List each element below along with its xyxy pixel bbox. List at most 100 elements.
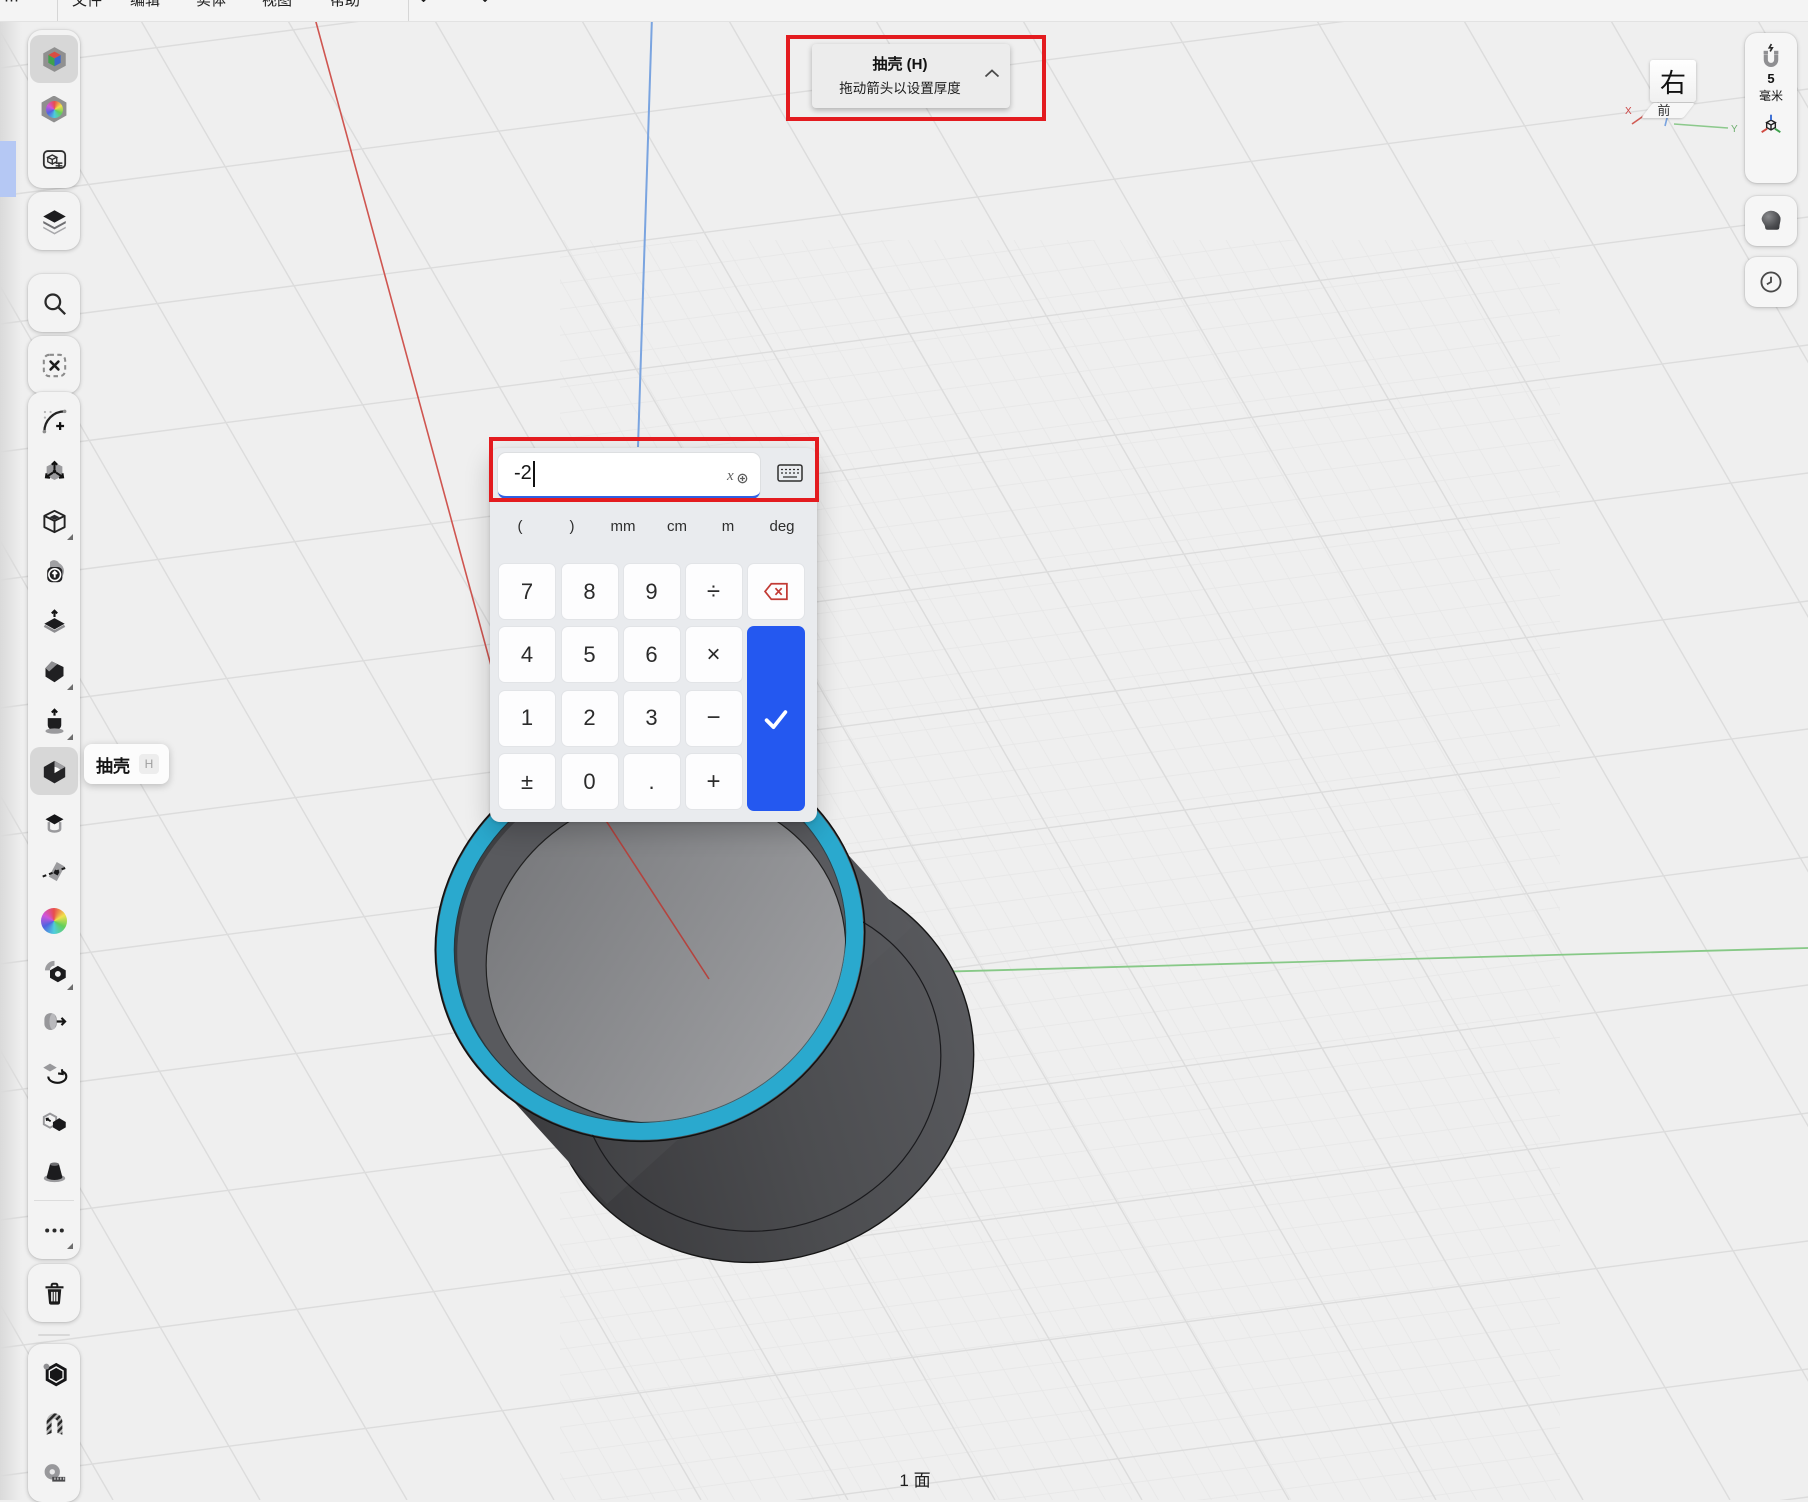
history-clock-icon[interactable] bbox=[1757, 268, 1785, 296]
view-cube[interactable]: X Y 右 前 bbox=[1622, 52, 1742, 136]
menubar-divider bbox=[408, 0, 409, 21]
orientation-cube-tool[interactable] bbox=[30, 35, 78, 83]
zebra-icon bbox=[41, 1410, 68, 1437]
layers-group bbox=[28, 192, 80, 250]
numpad-key-3[interactable]: 3 bbox=[623, 690, 681, 747]
material-library-tool[interactable] bbox=[30, 135, 78, 183]
section-tool[interactable] bbox=[30, 1349, 78, 1397]
unit-key[interactable]: mm bbox=[611, 518, 636, 535]
subtract-tool[interactable] bbox=[30, 1097, 78, 1145]
operator-key[interactable]: + bbox=[685, 753, 743, 810]
perspective-grid bbox=[0, 0, 1808, 1500]
operator-key[interactable]: × bbox=[685, 626, 743, 683]
chamfer-tool[interactable] bbox=[30, 647, 78, 695]
redo-button[interactable]: ↷ bbox=[476, 0, 489, 21]
color-tool[interactable] bbox=[30, 897, 78, 945]
numpad-key-7[interactable]: 7 bbox=[498, 563, 556, 620]
color-hexagon-icon bbox=[41, 96, 68, 123]
operator-key[interactable]: − bbox=[685, 690, 743, 747]
thickness-input[interactable]: -2 x bbox=[498, 453, 760, 499]
numpad-key-5[interactable]: 5 bbox=[561, 626, 619, 683]
numpad-key-6[interactable]: 6 bbox=[623, 626, 681, 683]
delete-tool[interactable] bbox=[30, 1269, 78, 1317]
export-body-tool[interactable] bbox=[30, 997, 78, 1045]
box-wireframe-tool[interactable] bbox=[30, 497, 78, 545]
unit-key[interactable]: cm bbox=[667, 518, 687, 535]
measure-tool[interactable] bbox=[30, 1449, 78, 1497]
body-arrow-icon bbox=[41, 1008, 68, 1035]
modeling-tools-group bbox=[28, 392, 80, 1259]
cad-app-window: { "menubar": { "overflow_label": "⋯", "i… bbox=[0, 0, 1808, 1500]
search-icon bbox=[41, 290, 68, 317]
snap-unit: 毫米 bbox=[1759, 87, 1783, 104]
numpad-key-1[interactable]: 1 bbox=[498, 690, 556, 747]
delete-group bbox=[28, 1264, 80, 1322]
shortcut-badge: H bbox=[139, 754, 159, 774]
deselect-group bbox=[28, 336, 80, 394]
operator-key[interactable]: ÷ bbox=[685, 563, 743, 620]
shell-tool[interactable] bbox=[30, 747, 78, 795]
input-value: -2 bbox=[514, 462, 532, 485]
axis-cube-icon[interactable] bbox=[1758, 112, 1784, 138]
keyboard-icon[interactable] bbox=[777, 464, 803, 482]
tool-divider bbox=[34, 1200, 74, 1201]
search-group bbox=[28, 274, 80, 332]
menu-item[interactable]: 视图 bbox=[262, 0, 292, 21]
chevron-up-icon[interactable] bbox=[984, 69, 1000, 78]
sketch-arc-tool[interactable] bbox=[30, 397, 78, 445]
snap-value: 5 bbox=[1767, 71, 1774, 86]
insert-variable-icon[interactable]: x bbox=[726, 465, 750, 485]
toolbar-separator bbox=[38, 1334, 70, 1336]
hollow-tool[interactable] bbox=[30, 797, 78, 845]
magnet-snap-icon[interactable] bbox=[1758, 43, 1784, 69]
edge-scroll-indicator[interactable] bbox=[0, 141, 16, 197]
numpad-key-.[interactable]: . bbox=[623, 753, 681, 810]
revolve-icon bbox=[41, 808, 68, 835]
menubar-divider bbox=[57, 0, 58, 21]
numpad-key-8[interactable]: 8 bbox=[561, 563, 619, 620]
menu-item[interactable]: 帮助 bbox=[330, 0, 360, 21]
unit-key[interactable]: ) bbox=[570, 518, 575, 535]
deselect-tool[interactable] bbox=[30, 341, 78, 389]
menu-overflow[interactable]: ⋯ bbox=[4, 0, 19, 21]
menu-item[interactable]: 实体 bbox=[196, 0, 226, 21]
search-tool[interactable] bbox=[30, 279, 78, 327]
extrude-tool[interactable] bbox=[30, 547, 78, 595]
undo-button[interactable]: ↶ bbox=[420, 0, 433, 21]
zebra-analysis-tool[interactable] bbox=[30, 1399, 78, 1447]
unit-key[interactable]: ( bbox=[518, 518, 523, 535]
sweep-tool[interactable] bbox=[30, 1047, 78, 1095]
arc-icon bbox=[41, 408, 68, 435]
shaded-view-icon[interactable] bbox=[1756, 206, 1786, 236]
loft-tool[interactable] bbox=[30, 697, 78, 745]
offset-tool[interactable] bbox=[30, 597, 78, 645]
draft-tool[interactable] bbox=[30, 1147, 78, 1195]
svg-text:x: x bbox=[726, 468, 734, 484]
submenu-corner-icon bbox=[67, 684, 73, 690]
split-tool[interactable] bbox=[30, 847, 78, 895]
thickness-arrow-line[interactable] bbox=[638, 16, 652, 447]
shell-header-tooltip: 抽壳 (H) 拖动箭头以设置厚度 bbox=[812, 44, 1010, 108]
appearance-tool[interactable] bbox=[30, 85, 78, 133]
unit-key[interactable]: deg bbox=[769, 518, 794, 535]
confirm-button[interactable] bbox=[747, 626, 805, 811]
numpad-key-4[interactable]: 4 bbox=[498, 626, 556, 683]
text-caret bbox=[533, 461, 535, 487]
window-edge-shade bbox=[0, 0, 22, 1500]
backspace-key[interactable] bbox=[747, 563, 805, 620]
more-tools[interactable] bbox=[30, 1206, 78, 1254]
menu-item[interactable]: 编辑 bbox=[130, 0, 160, 21]
numpad-key-0[interactable]: 0 bbox=[561, 753, 619, 810]
unit-key[interactable]: m bbox=[722, 518, 735, 535]
numpad-key-±[interactable]: ± bbox=[498, 753, 556, 810]
pattern-tool[interactable] bbox=[30, 947, 78, 995]
layers-tool[interactable] bbox=[30, 197, 78, 245]
numpad-key-9[interactable]: 9 bbox=[623, 563, 681, 620]
viewport-canvas[interactable] bbox=[0, 0, 1808, 1500]
view-cube-face[interactable]: 右 bbox=[1650, 60, 1696, 102]
numpad-key-2[interactable]: 2 bbox=[561, 690, 619, 747]
menubar: ⋯ 文件 编辑 实体 视图 帮助 ↶ ↷ bbox=[0, 0, 1808, 22]
move-tool[interactable] bbox=[30, 447, 78, 495]
display-mode-panel bbox=[1745, 196, 1797, 246]
menu-item[interactable]: 文件 bbox=[72, 0, 102, 21]
